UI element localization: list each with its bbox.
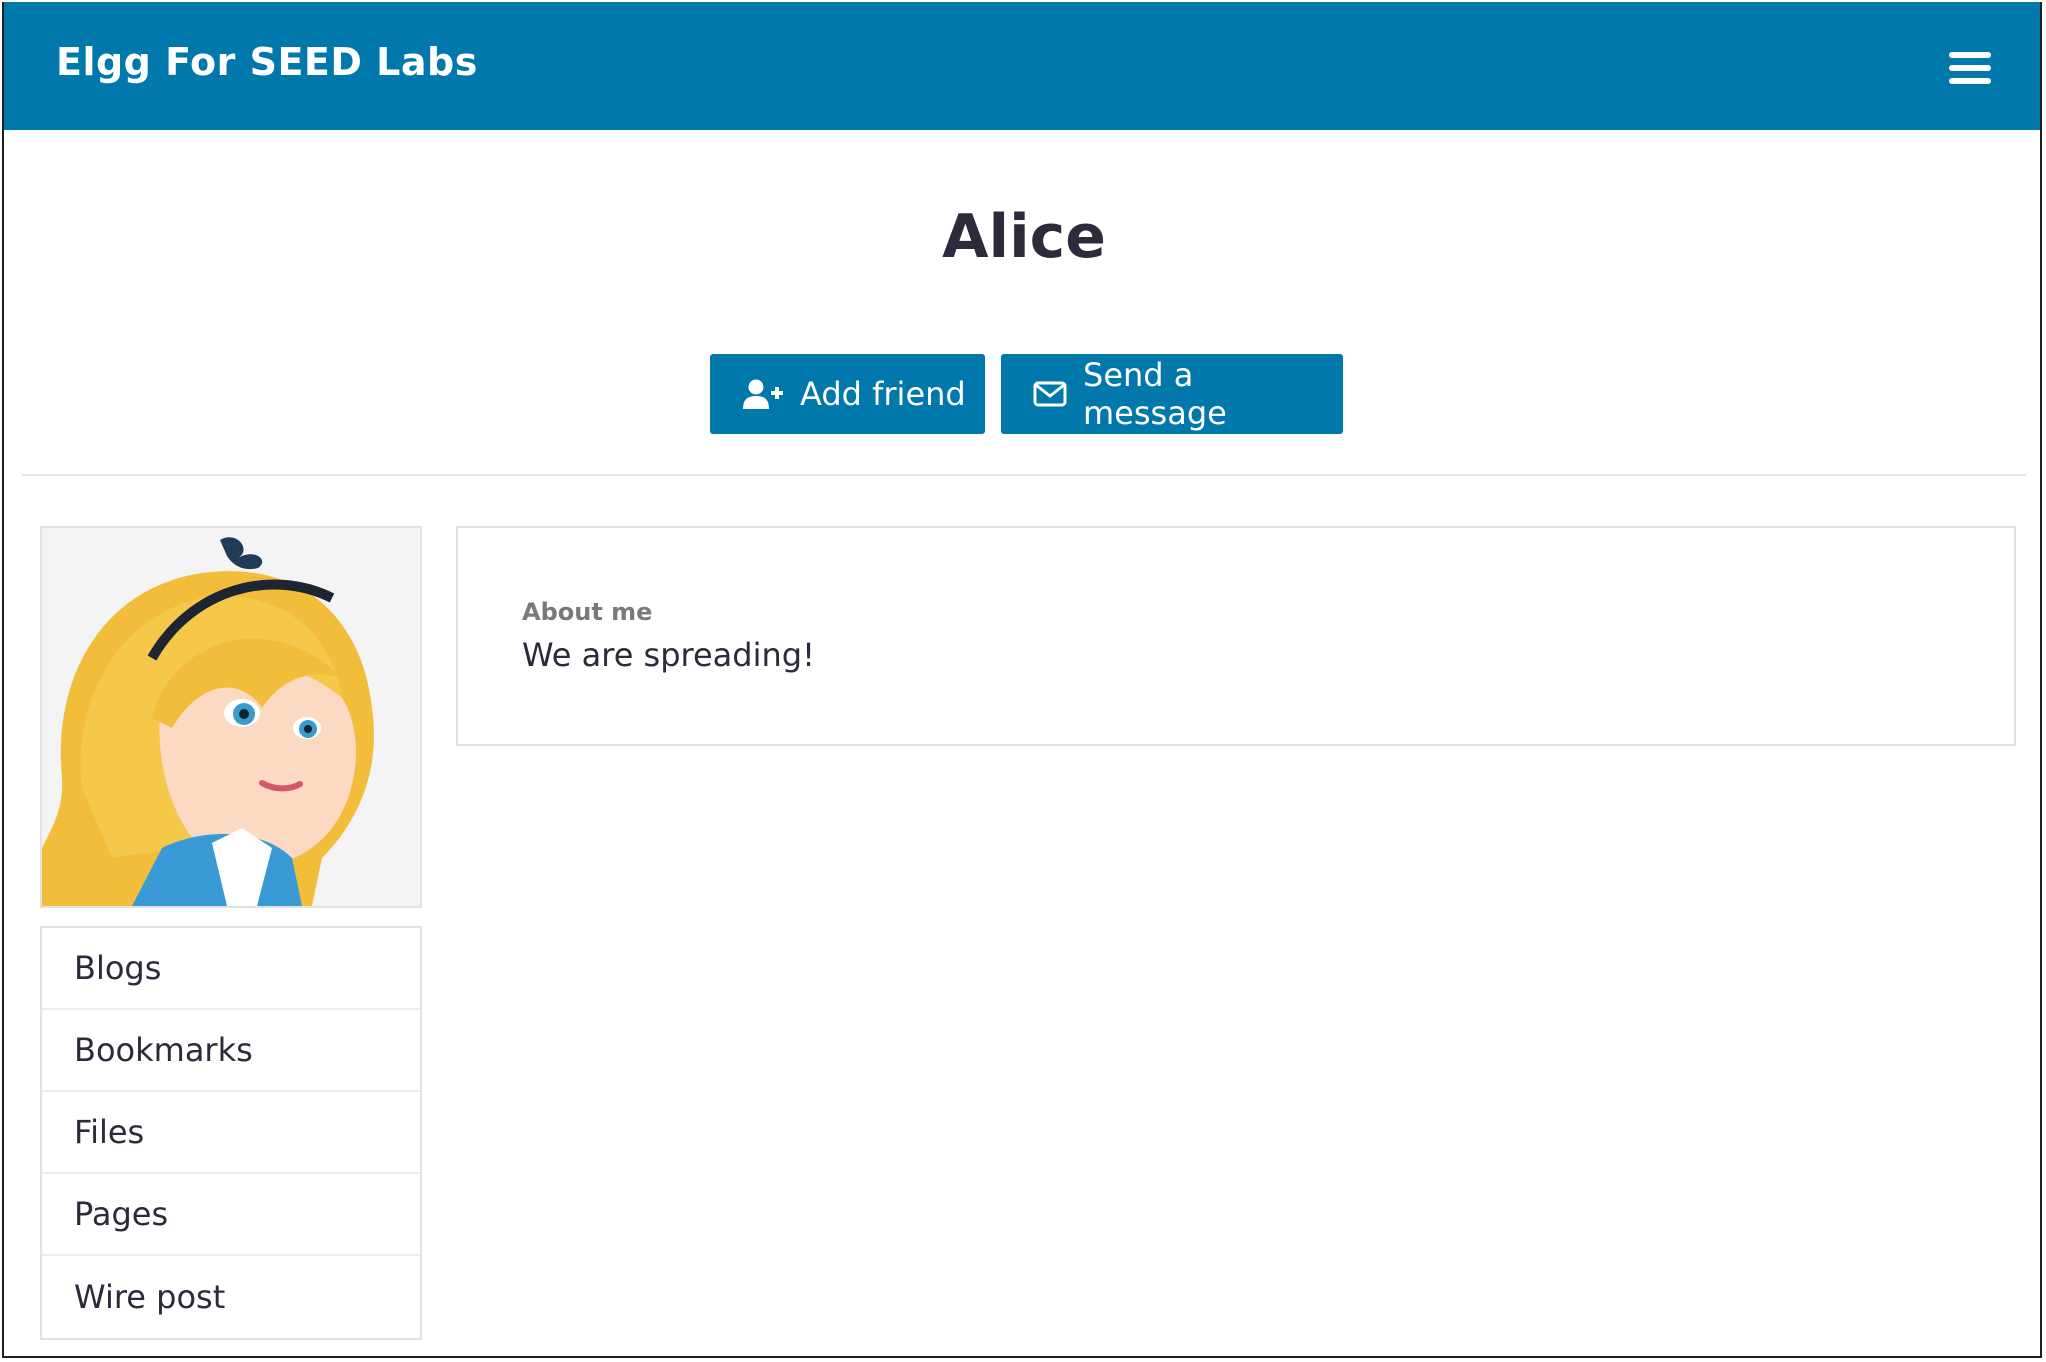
- avatar-illustration: [42, 528, 420, 906]
- menu-item-blogs[interactable]: Blogs: [42, 928, 420, 1010]
- top-navigation-bar: Elgg For SEED Labs: [4, 2, 2040, 130]
- menu-item-files[interactable]: Files: [42, 1092, 420, 1174]
- about-me-panel: About me We are spreading!: [456, 526, 2016, 746]
- profile-name: Alice: [942, 202, 1106, 272]
- menu-item-label: Files: [74, 1113, 145, 1151]
- hamburger-icon[interactable]: [1949, 52, 1991, 84]
- menu-item-bookmarks[interactable]: Bookmarks: [42, 1010, 420, 1092]
- site-title[interactable]: Elgg For SEED Labs: [56, 40, 478, 84]
- menu-item-label: Pages: [74, 1195, 169, 1233]
- menu-item-pages[interactable]: Pages: [42, 1174, 420, 1256]
- send-message-button[interactable]: Send a message: [1001, 354, 1343, 434]
- section-divider: [22, 474, 2026, 476]
- menu-item-label: Blogs: [74, 949, 162, 987]
- add-friend-label: Add friend: [800, 375, 966, 413]
- add-friend-button[interactable]: Add friend: [710, 354, 985, 434]
- menu-item-wire-post[interactable]: Wire post: [42, 1256, 420, 1338]
- avatar[interactable]: [40, 526, 422, 908]
- profile-owner-menu: Blogs Bookmarks Files Pages Wire post: [40, 926, 422, 1340]
- envelope-icon: [1033, 381, 1067, 407]
- user-plus-icon: [742, 378, 784, 410]
- send-message-label: Send a message: [1083, 356, 1227, 432]
- about-me-label: About me: [522, 598, 653, 626]
- profile-actions: Add friend Send a message: [4, 354, 2040, 436]
- browser-page: Elgg For SEED Labs Alice Add friend Send…: [2, 2, 2042, 1358]
- menu-item-label: Wire post: [74, 1278, 226, 1316]
- about-me-text: We are spreading!: [522, 636, 815, 674]
- menu-item-label: Bookmarks: [74, 1031, 253, 1069]
